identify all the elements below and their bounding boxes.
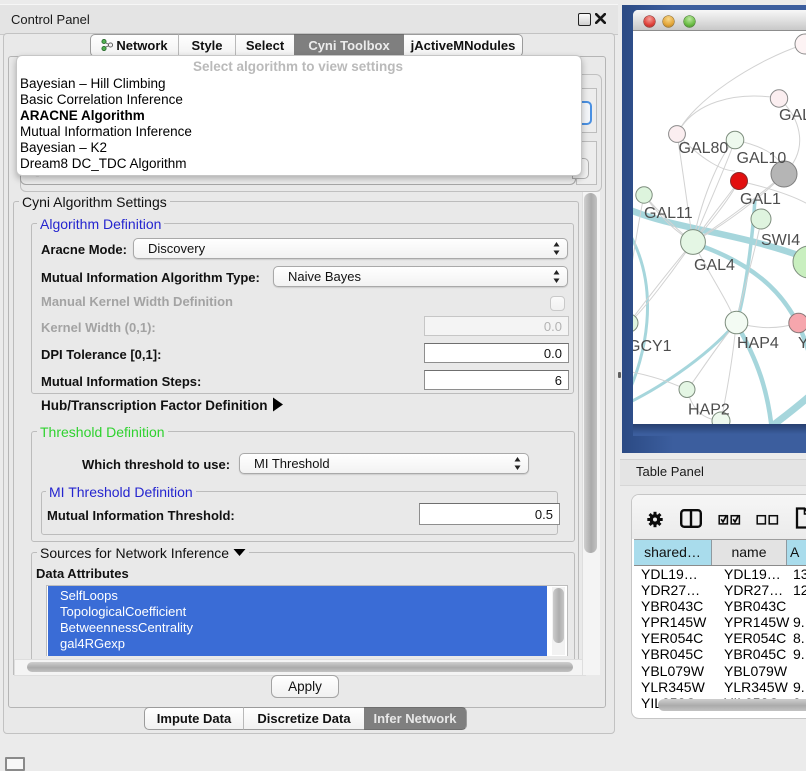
svg-text:GCY1: GCY1 [633,338,672,355]
svg-text:GAL11: GAL11 [644,205,693,222]
svg-text:GAL1: GAL1 [740,191,781,208]
svg-text:Y: Y [798,335,806,352]
svg-text:SWI4: SWI4 [761,232,800,249]
svg-text:GAL10: GAL10 [737,150,787,167]
svg-text:GAL80: GAL80 [679,140,729,157]
svg-text:HAP4: HAP4 [737,335,779,352]
svg-text:GAL4: GAL4 [694,257,735,274]
svg-text:HAP2: HAP2 [688,402,730,419]
svg-text:GAL: GAL [779,107,806,124]
